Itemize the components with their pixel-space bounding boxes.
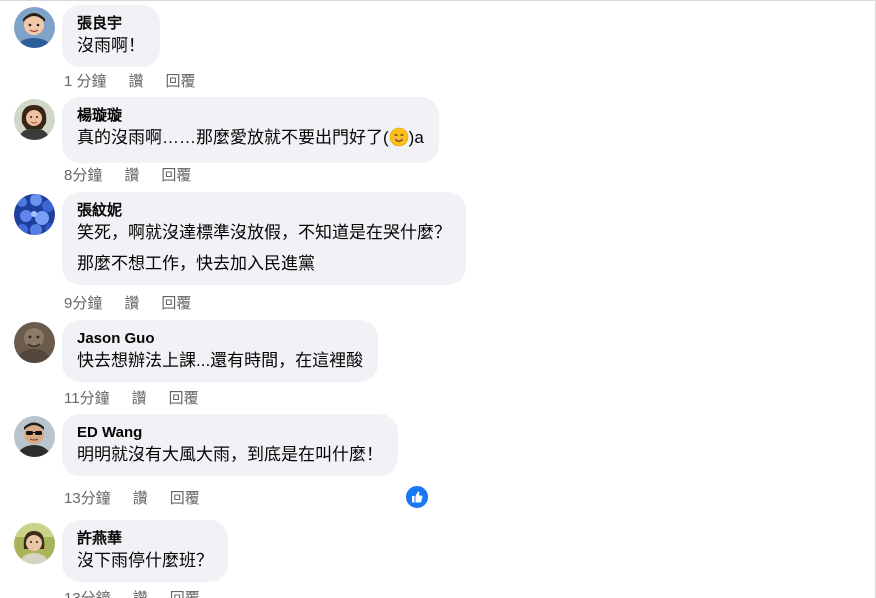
like-link[interactable]: 讚 — [133, 590, 148, 598]
avatar[interactable] — [14, 416, 55, 457]
like-link[interactable]: 讚 — [129, 73, 144, 90]
avatar-woman-icon — [14, 99, 55, 140]
comment-text: 沒下雨停什麼班？ — [77, 551, 213, 570]
avatar[interactable] — [14, 322, 55, 363]
smiling-face-emoji-icon — [389, 127, 409, 154]
comment-text-before: 真的沒雨啊……那麼愛放就不要出門好了( — [77, 128, 389, 147]
comment-author[interactable]: ED Wang — [77, 423, 383, 443]
like-link[interactable]: 讚 — [124, 295, 139, 312]
avatar-woman-outdoor-icon — [14, 523, 55, 564]
avatar-child-icon — [14, 7, 55, 48]
like-link[interactable]: 讚 — [133, 490, 148, 507]
comment-author[interactable]: 張良宇 — [77, 14, 145, 34]
avatar[interactable] — [14, 523, 55, 564]
like-link[interactable]: 讚 — [132, 390, 147, 407]
comment-text: 真的沒雨啊……那麼愛放就不要出門好了( )a — [77, 126, 424, 154]
comment-bubble: 張良宇 沒雨啊！ — [62, 5, 160, 67]
avatar-man-sunglasses-icon — [14, 416, 55, 457]
comment-actions: 13分鐘 讚 回覆 — [64, 589, 222, 598]
comment-bubble: Jason Guo 快去想辦法上課...還有時間，在這裡酸 — [62, 320, 379, 382]
avatar[interactable] — [14, 194, 55, 235]
comment-text: 明明就沒有大風大雨，到底是在叫什麼！ — [77, 445, 383, 464]
comment-bubble: ED Wang 明明就沒有大風大雨，到底是在叫什麼！ — [62, 414, 398, 476]
like-reaction-icon[interactable] — [404, 484, 430, 510]
comment-bubble: 張紋妮 笑死，啊就沒達標準沒放假，不知道是在哭什麼？ 那麼不想工作，快去加入民進… — [62, 192, 466, 285]
avatar-blue-flowers-icon — [14, 194, 55, 235]
comment-list: 張良宇 沒雨啊！ 1 分鐘讚回覆 楊璇璇 真的沒雨啊……那麼愛放就不要出門好了(… — [0, 0, 876, 598]
comment-actions: 9分鐘 讚 回覆 — [64, 294, 213, 314]
reply-link[interactable]: 回覆 — [161, 167, 191, 184]
comment-timestamp[interactable]: 13分鐘 — [64, 590, 111, 598]
comment-text: 沒雨啊！ — [77, 36, 145, 55]
comment-author[interactable]: Jason Guo — [77, 329, 363, 349]
comment-text: 笑死，啊就沒達標準沒放假，不知道是在哭什麼？ — [77, 223, 451, 242]
comment-author[interactable]: 許燕華 — [77, 529, 213, 549]
comment-timestamp[interactable]: 11分鐘 — [64, 390, 110, 407]
comment-bubble: 許燕華 沒下雨停什麼班？ — [62, 520, 228, 582]
comment-text-after: )a — [408, 128, 424, 147]
reply-link[interactable]: 回覆 — [166, 73, 196, 90]
comment-timestamp[interactable]: 8分鐘 — [64, 167, 102, 184]
reply-link[interactable]: 回覆 — [161, 295, 191, 312]
comment-text: 那麼不想工作，快去加入民進黨 — [77, 254, 315, 273]
avatar[interactable] — [14, 99, 55, 140]
avatar-statue-icon — [14, 322, 55, 363]
reply-link[interactable]: 回覆 — [169, 390, 199, 407]
comment-timestamp[interactable]: 13分鐘 — [64, 490, 111, 507]
comment-actions: 1 分鐘 讚 回覆 — [64, 72, 218, 92]
comment-timestamp[interactable]: 1 分鐘 — [64, 73, 107, 90]
avatar[interactable] — [14, 7, 55, 48]
like-link[interactable]: 讚 — [124, 167, 139, 184]
reply-link[interactable]: 回覆 — [170, 490, 200, 507]
comment-text: 快去想辦法上課...還有時間，在這裡酸 — [77, 351, 364, 370]
comment-actions: 13分鐘 讚 回覆 — [64, 489, 222, 509]
comment-bubble: 楊璇璇 真的沒雨啊……那麼愛放就不要出門好了( )a — [62, 97, 439, 163]
comment-actions: 11分鐘 讚 回覆 — [64, 389, 221, 409]
comment-timestamp[interactable]: 9分鐘 — [64, 295, 102, 312]
comment-author[interactable]: 張紋妮 — [77, 201, 451, 221]
comment-author[interactable]: 楊璇璇 — [77, 106, 424, 126]
reply-link[interactable]: 回覆 — [170, 590, 200, 598]
comment-actions: 8分鐘 讚 回覆 — [64, 166, 213, 186]
